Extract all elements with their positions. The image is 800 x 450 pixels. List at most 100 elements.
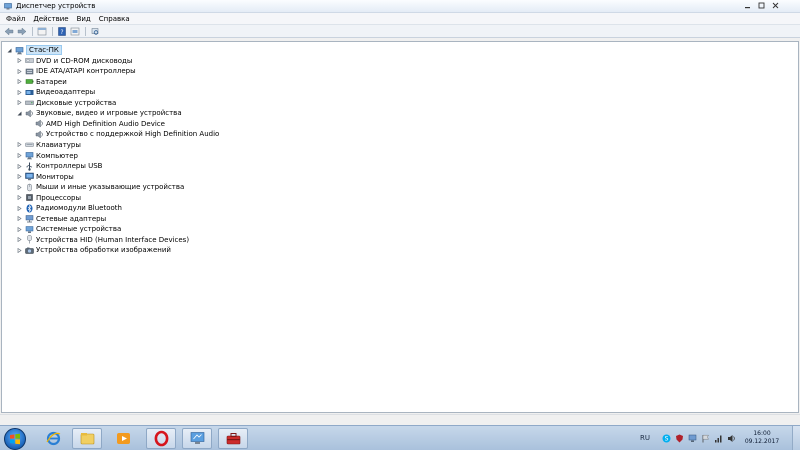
tree-expander (26, 121, 32, 127)
tree-category[interactable]: Мыши и иные указывающие устройства (16, 182, 184, 192)
taskbar-clock[interactable]: 16:00 09.12.2017 (740, 430, 784, 446)
tree-expander[interactable] (16, 184, 22, 190)
tree-category[interactable]: Компьютер (16, 151, 78, 161)
tree-child-item[interactable]: AMD High Definition Audio Device (26, 119, 165, 129)
chevron-right-icon (17, 205, 22, 211)
help-button[interactable]: ? (56, 26, 68, 37)
tree-expander[interactable] (16, 68, 22, 74)
tree-expander[interactable] (16, 237, 22, 243)
taskbar-toolbox[interactable] (218, 428, 248, 449)
devices-view-button[interactable] (69, 26, 81, 37)
tree-category[interactable]: Мониторы (16, 172, 74, 182)
tree-item-label: Процессоры (36, 193, 82, 202)
chevron-right-icon (17, 226, 22, 232)
taskbar-remote-desktop[interactable] (182, 428, 212, 449)
dvd-drive-icon (25, 58, 34, 63)
tree-expander[interactable] (16, 79, 22, 85)
menu-view[interactable]: Вид (73, 13, 95, 25)
computer-icon (15, 46, 24, 54)
back-button[interactable] (3, 26, 15, 37)
forward-arrow-icon (17, 27, 27, 35)
computer-icon (25, 152, 34, 160)
tree-item-icon (15, 46, 24, 55)
show-desktop-button[interactable] (792, 426, 800, 450)
tree-expander[interactable] (16, 205, 22, 211)
toolbar-separator (52, 26, 53, 36)
properties-button[interactable] (36, 26, 48, 37)
tree-category[interactable]: DVD и CD-ROM дисководы (16, 56, 132, 66)
tree-category[interactable]: Батареи (16, 77, 67, 87)
menu-action[interactable]: Действие (29, 13, 72, 25)
tree-category[interactable]: Дисковые устройства (16, 98, 116, 108)
tree-item-label: DVD и CD-ROM дисководы (36, 56, 133, 65)
close-icon (772, 2, 778, 8)
tree-category[interactable]: Клавиатуры (16, 140, 81, 150)
tree-expander[interactable] (16, 100, 22, 106)
tree-expander[interactable] (16, 195, 22, 201)
taskbar-opera[interactable] (146, 428, 176, 449)
properties-icon (37, 27, 47, 35)
chevron-right-icon (17, 142, 22, 148)
taskbar-file-explorer[interactable] (72, 428, 102, 449)
keyboard-icon (25, 143, 34, 148)
tree-category[interactable]: Контроллеры USB (16, 161, 102, 171)
tray-volume[interactable] (727, 434, 736, 443)
tree-item-icon (25, 235, 34, 244)
tree-expander[interactable] (16, 226, 22, 232)
speaker-icon (35, 119, 43, 128)
tray-signal[interactable] (714, 434, 723, 443)
start-button[interactable] (4, 428, 26, 450)
scan-hardware-button[interactable] (89, 26, 101, 37)
tree-expander[interactable] (16, 142, 22, 148)
menu-help[interactable]: Справка (95, 13, 134, 25)
tree-child-item[interactable]: Устройство с поддержкой High Definition … (26, 129, 219, 139)
tree-category[interactable]: Устройства HID (Human Interface Devices) (16, 235, 189, 245)
chevron-right-icon (17, 163, 22, 169)
tree-expander[interactable] (16, 89, 22, 95)
tree-item-label: Батареи (36, 77, 67, 86)
tree-category[interactable]: Устройства обработки изображений (16, 245, 171, 255)
opera-icon (154, 430, 168, 447)
tree-category[interactable]: Радиомодули Bluetooth (16, 203, 122, 213)
tree-root[interactable]: Стас-ПК (6, 45, 62, 55)
back-arrow-icon (4, 27, 14, 35)
tree-item-icon (25, 204, 34, 213)
minimize-button[interactable] (740, 0, 754, 10)
tray-shield[interactable] (675, 434, 684, 443)
tree-item-label: IDE ATA/ATAPI контроллеры (36, 67, 136, 76)
tree-expander[interactable] (16, 58, 22, 64)
tree-expander[interactable] (16, 110, 22, 116)
menu-file[interactable]: Файл (2, 13, 29, 25)
tree-expander[interactable] (16, 216, 22, 222)
tree-expander[interactable] (6, 47, 12, 53)
usb-icon (26, 162, 33, 171)
tray-action-center[interactable] (701, 434, 710, 443)
close-button[interactable] (768, 0, 782, 10)
tree-expander[interactable] (16, 174, 22, 180)
device-tree-panel[interactable]: Стас-ПК DVD и CD-ROM дисководы IDE ATA/ATA… (1, 41, 799, 413)
tree-expander[interactable] (16, 153, 22, 159)
tree-category[interactable]: Звуковые, видео и игровые устройства (16, 108, 182, 118)
tray-skype[interactable]: S (662, 434, 671, 443)
chevron-right-icon (17, 68, 22, 74)
taskbar-media-player[interactable] (108, 428, 138, 449)
tree-item-icon (25, 183, 34, 192)
title-bar[interactable]: Диспетчер устройств (0, 0, 800, 13)
tree-category[interactable]: Видеоадаптеры (16, 87, 95, 97)
taskbar-internet-explorer[interactable] (38, 428, 68, 449)
scan-hardware-icon (91, 27, 99, 35)
forward-button[interactable] (16, 26, 28, 37)
chevron-right-icon (17, 216, 22, 222)
tray-network[interactable] (688, 434, 697, 443)
chevron-down-icon (17, 111, 21, 116)
tree-category[interactable]: Системные устройства (16, 224, 121, 234)
tree-category[interactable]: IDE ATA/ATAPI контроллеры (16, 66, 136, 76)
toolbar-separator (85, 26, 86, 36)
maximize-button[interactable] (754, 0, 768, 10)
tree-category[interactable]: Процессоры (16, 193, 81, 203)
tree-expander[interactable] (16, 247, 22, 253)
window-title: Диспетчер устройств (16, 2, 96, 10)
language-indicator[interactable]: RU (640, 434, 650, 442)
tree-category[interactable]: Сетевые адаптеры (16, 214, 106, 224)
tree-expander[interactable] (16, 163, 22, 169)
